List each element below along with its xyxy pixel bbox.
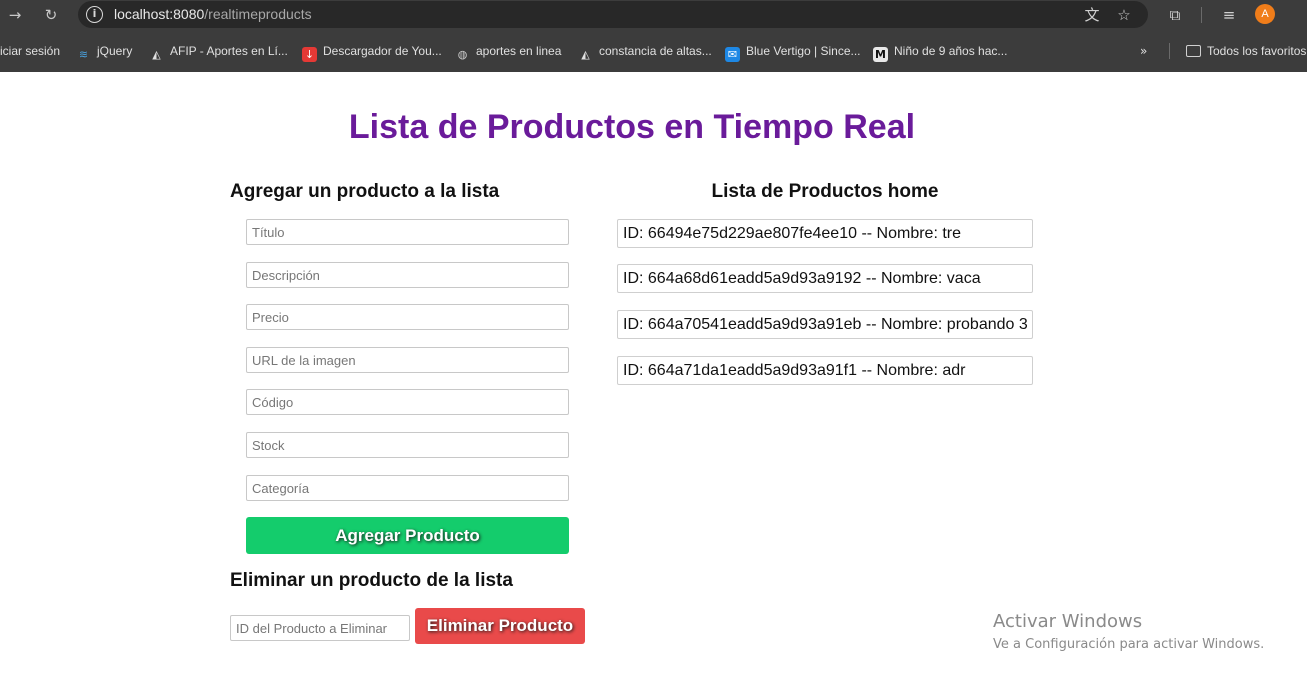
media-controls-icon[interactable]: ≡ — [1218, 4, 1240, 26]
bookmark-item[interactable]: ◍ aportes en linea — [455, 42, 562, 61]
product-item: ID: 66494e75d229ae807fe4ee10 -- Nombre: … — [617, 219, 1033, 248]
category-input[interactable] — [246, 475, 569, 501]
product-item: ID: 664a71da1eadd5a9d93a91f1 -- Nombre: … — [617, 356, 1033, 385]
more-bookmarks-icon[interactable]: » — [1140, 42, 1147, 60]
browser-toolbar: → ↻ i localhost:8080/realtimeproducts 文 … — [0, 0, 1307, 30]
toolbar-divider — [1201, 7, 1202, 23]
add-product-heading: Agregar un producto a la lista — [230, 181, 500, 202]
product-item: ID: 664a68d61eadd5a9d93a9192 -- Nombre: … — [617, 264, 1033, 293]
bookmarks-bar: iciar sesión ≋ jQuery ◭ AFIP - Aportes en … — [0, 36, 1307, 66]
bookmark-item[interactable]: ◭ constancia de altas... — [578, 42, 712, 61]
bookmark-label: jQuery — [97, 44, 133, 58]
forward-icon[interactable]: → — [4, 4, 26, 26]
bookmark-label: constancia de altas... — [599, 44, 712, 58]
translate-icon[interactable]: 文 — [1082, 5, 1102, 25]
bookmark-star-icon[interactable]: ☆ — [1114, 5, 1134, 25]
globe-icon: ◍ — [457, 48, 468, 61]
windows-activation-title: Activar Windows — [993, 611, 1143, 632]
add-product-button[interactable]: Agregar Producto — [246, 517, 569, 554]
download-icon: ↓ — [302, 47, 317, 62]
bookmark-label: Descargador de You... — [323, 44, 442, 58]
site-info-icon[interactable]: i — [86, 6, 103, 23]
bookmarks-divider — [1169, 43, 1170, 59]
bookmark-label: AFIP - Aportes en Lí... — [170, 44, 288, 58]
bookmark-item[interactable]: ↓ Descargador de You... — [302, 42, 442, 62]
bookmark-label: iciar sesión — [0, 44, 61, 58]
product-list-heading: Lista de Productos home — [711, 181, 939, 202]
browser-chrome: → ↻ i localhost:8080/realtimeproducts 文 … — [0, 0, 1307, 72]
windows-activation-subtitle: Ve a Configuración para activar Windows. — [993, 637, 1265, 652]
address-bar[interactable]: i localhost:8080/realtimeproducts 文 ☆ — [78, 1, 1148, 28]
afip-icon: ◭ — [152, 48, 161, 61]
url-text[interactable]: localhost:8080/realtimeproducts — [114, 6, 312, 22]
bookmark-label: aportes en linea — [476, 44, 562, 58]
url-path: /realtimeproducts — [204, 6, 312, 22]
bookmark-label: Niño de 9 años hac... — [894, 44, 1008, 58]
page-title: Lista de Productos en Tiempo Real — [348, 108, 916, 146]
profile-avatar[interactable]: A — [1255, 4, 1275, 24]
mail-icon: ✉ — [725, 47, 740, 62]
jquery-icon: ≋ — [78, 48, 89, 61]
delete-product-button[interactable]: Eliminar Producto — [415, 608, 585, 644]
reload-icon[interactable]: ↻ — [40, 4, 62, 26]
delete-product-heading: Eliminar un producto de la lista — [230, 570, 513, 591]
title-input[interactable] — [246, 219, 569, 245]
price-input[interactable] — [246, 304, 569, 330]
extensions-icon[interactable]: ⧉ — [1164, 4, 1186, 26]
bookmark-item[interactable]: M Niño de 9 años hac... — [873, 42, 1008, 62]
code-input[interactable] — [246, 389, 569, 415]
image-url-input[interactable] — [246, 347, 569, 373]
stock-input[interactable] — [246, 432, 569, 458]
bookmark-item[interactable]: iciar sesión — [0, 42, 60, 60]
bookmark-item[interactable]: ≋ jQuery — [76, 42, 133, 61]
all-bookmarks-label: Todos los favoritos — [1207, 44, 1307, 58]
folder-icon — [1186, 45, 1201, 57]
afip-icon: ◭ — [581, 48, 590, 61]
bookmark-label: Blue Vertigo | Since... — [746, 44, 861, 58]
all-bookmarks-folder[interactable]: Todos los favoritos — [1186, 42, 1306, 60]
description-input[interactable] — [246, 262, 569, 288]
url-host: localhost:8080 — [114, 6, 205, 22]
delete-id-input[interactable] — [230, 615, 410, 641]
m-icon: M — [873, 47, 888, 62]
bookmark-item[interactable]: ✉ Blue Vertigo | Since... — [725, 42, 861, 62]
bookmark-item[interactable]: ◭ AFIP - Aportes en Lí... — [149, 42, 288, 61]
product-item: ID: 664a70541eadd5a9d93a91eb -- Nombre: … — [617, 310, 1033, 339]
